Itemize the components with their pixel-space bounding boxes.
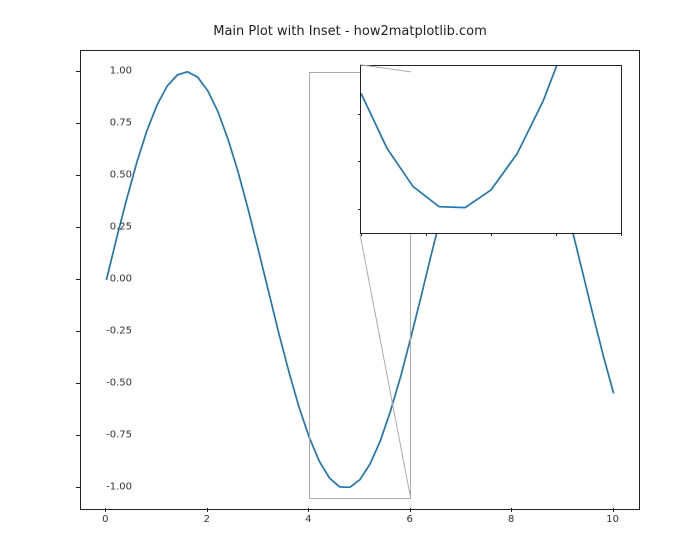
inset-axes <box>360 65 622 234</box>
y-tick-mark <box>76 435 80 436</box>
x-tick-label: 6 <box>407 514 413 525</box>
y-tick-label: -0.75 <box>82 430 132 441</box>
y-tick-mark <box>76 227 80 228</box>
x-tick-mark <box>613 508 614 512</box>
x-tick-mark <box>511 508 512 512</box>
inset-y-tick-mark <box>358 161 361 162</box>
inset-line-series <box>361 66 621 233</box>
y-tick-label: 1.00 <box>82 65 132 76</box>
y-tick-mark <box>76 175 80 176</box>
y-tick-label: 0.00 <box>82 274 132 285</box>
inset-x-tick-mark <box>491 233 492 236</box>
x-tick-label: 4 <box>305 514 311 525</box>
y-tick-mark <box>76 331 80 332</box>
y-tick-label: -0.25 <box>82 326 132 337</box>
inset-x-tick-mark <box>621 233 622 236</box>
y-tick-mark <box>76 123 80 124</box>
figure: Main Plot with Inset - how2matplotlib.co… <box>0 0 700 560</box>
x-tick-mark <box>410 508 411 512</box>
y-tick-label: -1.00 <box>82 482 132 493</box>
chart-title: Main Plot with Inset - how2matplotlib.co… <box>0 24 700 39</box>
inset-x-tick-mark <box>426 233 427 236</box>
y-tick-mark <box>76 487 80 488</box>
x-tick-label: 2 <box>204 514 210 525</box>
inset-x-tick-mark <box>361 233 362 236</box>
y-tick-mark <box>76 383 80 384</box>
x-tick-mark <box>207 508 208 512</box>
x-tick-label: 8 <box>508 514 514 525</box>
y-tick-label: -0.50 <box>82 378 132 389</box>
inset-y-tick-mark <box>358 114 361 115</box>
x-tick-label: 0 <box>102 514 108 525</box>
y-tick-label: 0.50 <box>82 169 132 180</box>
main-axes <box>80 50 640 510</box>
inset-y-tick-mark <box>358 209 361 210</box>
x-tick-label: 10 <box>606 514 619 525</box>
inset-x-tick-mark <box>556 233 557 236</box>
x-tick-mark <box>308 508 309 512</box>
y-tick-mark <box>76 279 80 280</box>
y-tick-label: 0.25 <box>82 221 132 232</box>
x-tick-mark <box>105 508 106 512</box>
y-tick-mark <box>76 71 80 72</box>
y-tick-label: 0.75 <box>82 117 132 128</box>
